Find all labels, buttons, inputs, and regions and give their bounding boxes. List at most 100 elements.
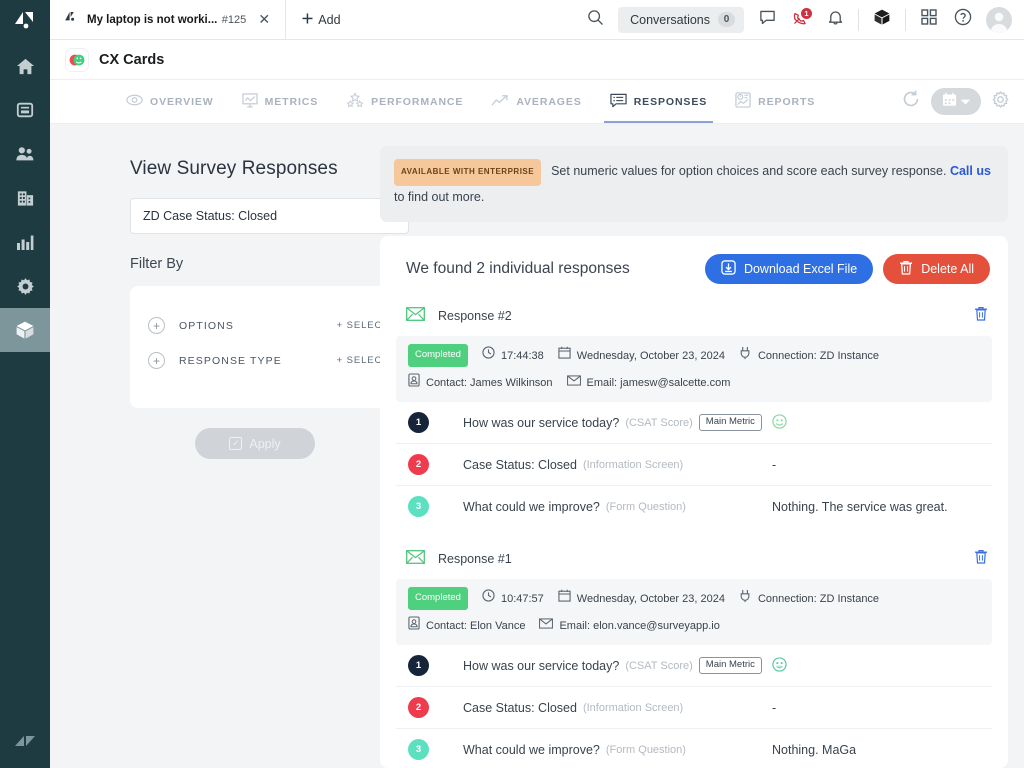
meta-connection: Connection: ZD Instance — [739, 589, 879, 609]
question-answer: Nothing. The service was great. — [772, 500, 988, 514]
sidebar-item-views[interactable] — [0, 88, 50, 132]
question-answer: - — [772, 701, 988, 715]
results-title: We found 2 individual responses — [406, 260, 630, 278]
apply-button[interactable]: ✓ Apply — [195, 428, 315, 459]
settings-gear-icon[interactable] — [991, 90, 1010, 114]
calendar-icon — [558, 589, 571, 608]
apps-grid-button[interactable] — [912, 0, 946, 40]
presentation-chart-icon — [242, 93, 258, 111]
filter-row-options[interactable]: + OPTIONS + SELECT — [130, 308, 409, 343]
search-icon — [587, 9, 604, 31]
envelope-icon — [406, 550, 425, 569]
enterprise-chip: AVAILABLE WITH ENTERPRISE — [394, 159, 541, 186]
talk-button[interactable]: 1 — [784, 0, 818, 40]
smiley-face-icon — [772, 414, 787, 432]
sidebar-item-apps[interactable] — [0, 308, 50, 352]
avatar[interactable] — [986, 7, 1012, 33]
add-tab-button[interactable]: Add — [286, 0, 356, 39]
refresh-icon[interactable] — [901, 89, 921, 114]
calendar-icon — [942, 92, 957, 112]
clock-icon — [482, 589, 495, 608]
status-badge: Completed — [408, 587, 468, 610]
gear-icon — [16, 277, 35, 296]
question-number: 3 — [408, 496, 429, 517]
sidebar-item-home[interactable] — [0, 44, 50, 88]
meta-email-value: Email: jamesw@salcette.com — [587, 374, 731, 392]
sidebar-item-reporting[interactable] — [0, 220, 50, 264]
conversations-label: Conversations — [630, 13, 710, 27]
bell-icon — [827, 9, 844, 31]
response-title: Response #1 — [438, 552, 512, 566]
delete-all-button[interactable]: Delete All — [883, 254, 990, 284]
results-card: We found 2 individual responses Download… — [380, 236, 1008, 768]
meta-contact-value: Contact: Elon Vance — [426, 617, 525, 635]
conversations-button[interactable]: Conversations 0 — [618, 7, 744, 33]
zendesk-products-logo-icon[interactable] — [0, 0, 50, 40]
question-answer: Nothing. MaGa — [772, 743, 988, 757]
contact-card-icon — [408, 373, 420, 393]
question-label: Case Status: Closed — [463, 458, 577, 472]
tab-averages[interactable]: AVERAGES — [477, 80, 595, 123]
help-button[interactable] — [946, 0, 980, 40]
delete-response-icon[interactable] — [974, 549, 988, 569]
question-row: 3 What could we improve? (Form Question)… — [396, 486, 992, 527]
topbar-actions: Conversations 0 1 — [578, 0, 1024, 39]
calendar-icon — [558, 346, 571, 365]
notifications-button[interactable] — [818, 0, 852, 40]
survey-select-value: ZD Case Status: Closed — [143, 209, 277, 223]
question-text-group: How was our service today? (CSAT Score) … — [463, 414, 762, 431]
question-row: 1 How was our service today? (CSAT Score… — [396, 402, 992, 444]
products-button[interactable] — [865, 0, 899, 40]
cx-cards-logo-icon — [66, 49, 88, 71]
zendesk-logo-icon[interactable] — [0, 715, 50, 768]
response-header: Response #2 — [396, 284, 992, 336]
chat-button[interactable] — [750, 0, 784, 40]
meta-email-value: Email: elon.vance@surveyapp.io — [559, 617, 719, 635]
trend-arrow-icon — [491, 94, 509, 110]
close-icon[interactable]: ✕ — [255, 11, 273, 29]
delete-response-icon[interactable] — [974, 306, 988, 326]
ticket-tab[interactable]: My laptop is not worki... #125 ✕ — [50, 0, 286, 39]
meta-contact-value: Contact: James Wilkinson — [426, 374, 553, 392]
meta-contact: Contact: James Wilkinson — [408, 373, 553, 393]
filter-row-response-type[interactable]: + RESPONSE TYPE + SELECT — [130, 343, 409, 378]
response-meta: Completed 17:44:38 Wednesday, October 2 — [396, 336, 992, 402]
tab-performance[interactable]: PERFORMANCE — [332, 80, 477, 123]
plug-icon — [739, 589, 752, 609]
results-header: We found 2 individual responses Download… — [396, 254, 992, 284]
download-icon — [721, 260, 736, 278]
question-type: (Information Screen) — [583, 702, 683, 714]
sidebar-item-customers[interactable] — [0, 132, 50, 176]
plus-circle-icon: + — [148, 352, 165, 369]
question-text-group: Case Status: Closed (Information Screen) — [463, 458, 683, 472]
meta-time-value: 10:47:57 — [501, 590, 544, 608]
call-us-link[interactable]: Call us — [950, 164, 991, 178]
ticket-tab-subtitle: #125 — [222, 14, 246, 26]
tab-metrics[interactable]: METRICS — [228, 80, 333, 123]
meta-time: 17:44:38 — [482, 346, 544, 365]
sidebar-item-organizations[interactable] — [0, 176, 50, 220]
question-number: 2 — [408, 697, 429, 718]
clock-icon — [482, 346, 495, 365]
tab-overview[interactable]: OVERVIEW — [112, 80, 228, 123]
tab-responses[interactable]: RESPONSES — [596, 80, 721, 123]
survey-select[interactable]: ZD Case Status: Closed ▼ — [130, 198, 409, 234]
meta-date: Wednesday, October 23, 2024 — [558, 589, 725, 608]
bar-chart-icon — [16, 234, 34, 251]
eye-icon — [126, 94, 143, 109]
response-block: Response #2 Completed 17:44:38 — [396, 284, 992, 527]
meta-connection-value: Connection: ZD Instance — [758, 347, 879, 365]
question-row: 3 What could we improve? (Form Question)… — [396, 729, 992, 768]
question-text-group: How was our service today? (CSAT Score) … — [463, 657, 762, 674]
download-excel-button[interactable]: Download Excel File — [705, 254, 873, 284]
search-button[interactable] — [578, 0, 612, 40]
stars-icon — [346, 92, 364, 111]
enterprise-banner: AVAILABLE WITH ENTERPRISESet numeric val… — [380, 146, 1008, 222]
envelope-icon — [539, 617, 553, 635]
tab-reports[interactable]: REPORTS — [721, 80, 829, 123]
sidebar-item-admin[interactable] — [0, 264, 50, 308]
question-label: How was our service today? — [463, 416, 619, 430]
date-range-dropdown[interactable] — [931, 88, 981, 115]
response-block: Response #1 Completed 10:47:57 — [396, 527, 992, 768]
question-row: 2 Case Status: Closed (Information Scree… — [396, 444, 992, 486]
